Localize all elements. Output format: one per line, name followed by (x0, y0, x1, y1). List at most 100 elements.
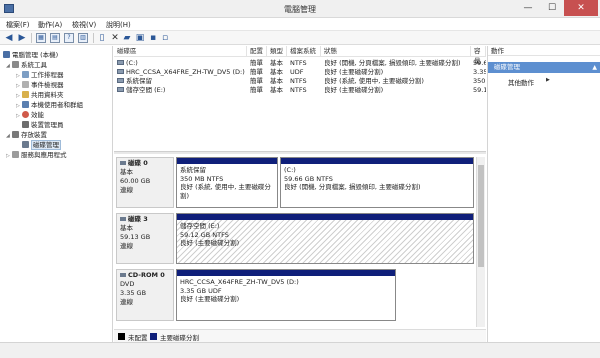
partition-name: 儲存空間 (E:) (180, 222, 220, 230)
tree-item-shared-folders[interactable]: ▷ 共用資料夾 (16, 89, 64, 99)
disk-type: 基本 (120, 224, 133, 232)
status-bar (0, 342, 600, 358)
volume-name: 系統保留 (126, 77, 152, 85)
maximize-button[interactable]: ☐ (540, 0, 564, 16)
menu-file[interactable]: 檔案(F) (6, 20, 30, 30)
toolbar-separator (93, 33, 94, 43)
actions-section-disk-management[interactable]: 磁碟管理 ▲ (488, 62, 600, 73)
legend-label-primary: 主要磁碟分割 (160, 334, 199, 342)
volume-list: 磁碟區 配置 類型 檔案系統 狀態 容量 (C:) 簡單 基本 NTFS 良好 … (114, 46, 486, 151)
table-row[interactable]: (C:) 簡單 基本 NTFS 良好 (開機, 分頁檔案, 損毀傾印, 主要磁碟… (114, 59, 486, 68)
table-row[interactable]: 系統保留 簡單 基本 NTFS 良好 (系統, 使用中, 主要磁碟分割) 350 (114, 77, 486, 86)
partition-size: 59.12 GB NTFS (180, 230, 229, 239)
volume-status: 良好 (系統, 使用中, 主要磁碟分割) (324, 77, 424, 85)
tree-item-performance[interactable]: ▷ 效能 (16, 109, 44, 119)
disk-view-scrollbar[interactable] (476, 157, 485, 327)
tree-item-storage[interactable]: ◢ 存放裝置 (6, 129, 47, 139)
volume-type: 基本 (270, 86, 283, 94)
volume-capacity: 3.35 (473, 68, 486, 76)
tree-item-label: 事件檢視器 (31, 81, 64, 89)
table-row[interactable]: 儲存空間 (E:) 簡單 基本 NTFS 良好 (主要磁碟分割) 59.1 (114, 86, 486, 95)
column-header-capacity[interactable]: 容量 (471, 46, 486, 65)
disk-size: 59.13 GB (120, 233, 151, 241)
properties-icon[interactable]: ▤ (50, 33, 60, 43)
show-action-pane-icon[interactable]: ▥ (78, 33, 88, 43)
volume-capacity: 350 (473, 77, 486, 85)
partition-size: 3.35 GB UDF (180, 286, 222, 295)
show-tree-icon[interactable]: ▦ (36, 33, 46, 43)
tools-icon (12, 61, 19, 68)
open-folder-icon[interactable]: ▰ (122, 33, 132, 43)
table-row[interactable]: HRC_CCSA_X64FRE_ZH-TW_DV5 (D:) 簡單 基本 UDF… (114, 68, 486, 77)
tree-item-system-tools[interactable]: ◢ 系統工具 (6, 59, 47, 69)
volume-capacity: 59.1 (473, 86, 486, 94)
column-header-status[interactable]: 狀態 (321, 46, 471, 56)
help-icon[interactable]: ? (64, 33, 74, 43)
back-arrow-icon[interactable]: ◀ (4, 33, 14, 43)
explore-icon[interactable]: ▪ (148, 33, 158, 43)
column-header-filesystem[interactable]: 檔案系統 (287, 46, 321, 56)
scrollbar-thumb[interactable] (478, 165, 484, 267)
disk-icon (120, 217, 126, 221)
disk-state: 連線 (120, 298, 133, 306)
tree-item-device-manager[interactable]: 裝置管理員 (22, 119, 64, 129)
device-manager-icon (22, 121, 29, 128)
tree-item-computer-management[interactable]: 電腦管理 (本機) (3, 49, 58, 59)
disk-3-label[interactable]: 磁碟 3 基本 59.13 GB 連線 (116, 213, 174, 264)
close-button[interactable]: ✕ (564, 0, 598, 16)
rescan-disk-icon[interactable]: ▯ (97, 33, 107, 43)
disk-management-icon (22, 141, 29, 148)
partition-c-drive[interactable]: (C:) 59.66 GB NTFS 良好 (開機, 分頁檔案, 損毀傾印, 主… (280, 157, 474, 208)
partition-size: 350 MB NTFS (180, 174, 224, 183)
menu-action[interactable]: 動作(A) (38, 20, 62, 30)
volume-type: 基本 (270, 68, 283, 76)
volume-name: HRC_CCSA_X64FRE_ZH-TW_DV5 (D:) (126, 68, 245, 76)
disk-name: CD-ROM 0 (128, 271, 165, 279)
minimize-button[interactable]: — (516, 0, 540, 16)
tree-item-local-users[interactable]: ▷ 本機使用者和群組 (16, 99, 83, 109)
event-log-icon (22, 81, 29, 88)
volume-status: 良好 (開機, 分頁檔案, 損毀傾印, 主要磁碟分割) (324, 59, 461, 67)
disk-state: 連線 (120, 186, 133, 194)
partition-e-drive[interactable]: 儲存空間 (E:) 59.12 GB NTFS 良好 (主要磁碟分割) (176, 213, 474, 264)
tree-item-event-viewer[interactable]: ▷ 事件檢視器 (16, 79, 64, 89)
forward-arrow-icon[interactable]: ▶ (17, 33, 27, 43)
volume-name: (C:) (126, 59, 138, 67)
computer-icon (3, 51, 10, 58)
drive-icon (117, 78, 124, 83)
volume-type: 基本 (270, 59, 283, 67)
navigation-tree: 電腦管理 (本機) ◢ 系統工具 ▷ 工作排程器 ▷ 事件檢視器 ▷ 共用資料夾 ▷ 本機… (0, 46, 113, 342)
partition-status: 良好 (開機, 分頁檔案, 損毀傾印, 主要磁碟分割) (284, 183, 421, 191)
header-divider (114, 56, 486, 57)
services-icon (12, 151, 19, 158)
dvd-drive-icon (117, 69, 124, 74)
collapse-arrow-icon[interactable]: ▲ (592, 62, 597, 73)
cdrom-0-label[interactable]: CD-ROM 0 DVD 3.35 GB 連線 (116, 269, 174, 321)
clock-icon (22, 71, 29, 78)
volume-layout: 簡單 (250, 59, 263, 67)
title-bar: 電腦管理 — ☐ ✕ (0, 0, 600, 18)
column-header-volume[interactable]: 磁碟區 (114, 46, 247, 56)
tree-item-task-scheduler[interactable]: ▷ 工作排程器 (16, 69, 64, 79)
volume-layout: 簡單 (250, 86, 263, 94)
menu-help[interactable]: 說明(H) (106, 20, 131, 30)
column-header-layout[interactable]: 配置 (247, 46, 267, 56)
partition-system-reserved[interactable]: 系統保留 350 MB NTFS 良好 (系統, 使用中, 主要磁碟分割) (176, 157, 278, 208)
disk-state: 連線 (120, 242, 133, 250)
partition-d-drive[interactable]: HRC_CCSA_X64FRE_ZH-TW_DV5 (D:) 3.35 GB U… (176, 269, 396, 321)
volume-filesystem: UDF (290, 68, 304, 76)
properties-page-icon[interactable]: ▣ (135, 33, 145, 43)
drive-icon (117, 60, 124, 65)
delete-icon[interactable]: ✕ (110, 33, 120, 43)
tree-item-label: 效能 (31, 111, 44, 119)
tree-item-disk-management[interactable]: 磁碟管理 (22, 139, 61, 150)
menu-view[interactable]: 檢視(V) (72, 20, 96, 30)
tree-item-services-apps[interactable]: ▷ 服務與應用程式 (6, 149, 67, 159)
shared-folder-icon (22, 91, 29, 98)
more-actions-item[interactable]: 其他動作 ▶ (508, 77, 550, 87)
volume-layout: 簡單 (250, 77, 263, 85)
column-header-type[interactable]: 類型 (267, 46, 287, 56)
disk-0-label[interactable]: 磁碟 0 基本 60.00 GB 連線 (116, 157, 174, 208)
settings-icon[interactable]: ▫ (160, 33, 170, 43)
volume-filesystem: NTFS (290, 59, 307, 67)
